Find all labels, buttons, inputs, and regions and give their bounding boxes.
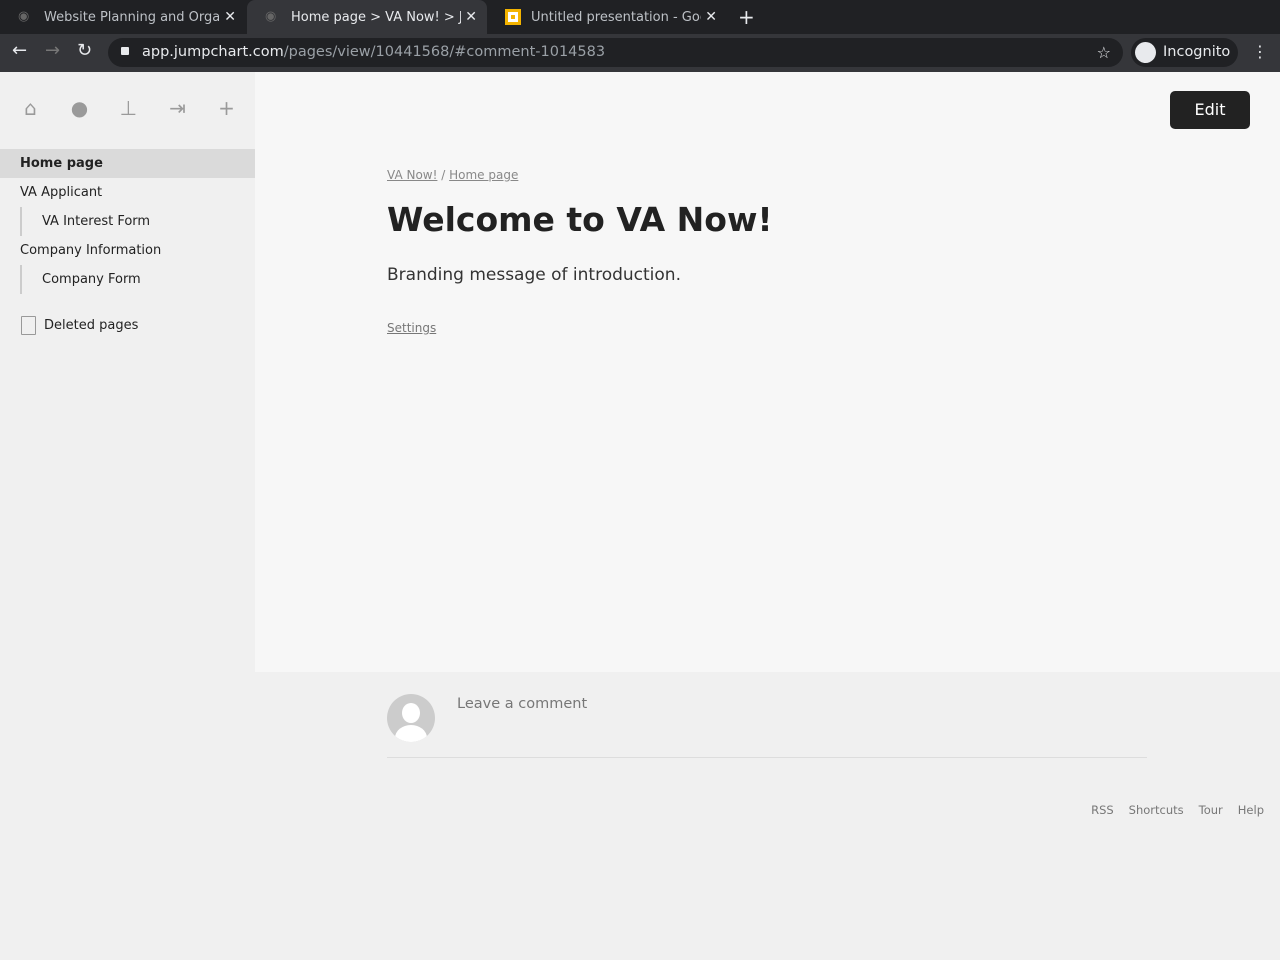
- tab-strip: ◉ Website Planning and Orga ✕ ◉ Home pag…: [0, 0, 1280, 34]
- close-tab-icon[interactable]: ✕: [224, 9, 236, 25]
- logout-icon[interactable]: ⇥: [167, 96, 188, 120]
- sidebar-item-company-form[interactable]: Company Form: [0, 265, 255, 294]
- sidebar-item-deleted-pages[interactable]: Deleted pages: [0, 311, 255, 340]
- sitemap-icon[interactable]: ⊥: [118, 96, 139, 120]
- footer-help-link[interactable]: Help: [1238, 803, 1264, 817]
- sidebar-item-va-interest-form[interactable]: VA Interest Form: [0, 207, 255, 236]
- tab-website-planning[interactable]: ◉ Website Planning and Orga ✕: [0, 0, 246, 34]
- profile-label: Incognito: [1163, 44, 1231, 60]
- jumpchart-favicon-icon: ◉: [18, 9, 30, 24]
- comment-box: Leave a comment: [387, 694, 1147, 758]
- close-tab-icon[interactable]: ✕: [705, 9, 717, 25]
- breadcrumb-va-now[interactable]: VA Now!: [387, 168, 437, 182]
- breadcrumb: VA Now! / Home page: [387, 168, 518, 182]
- close-tab-icon[interactable]: ✕: [465, 9, 477, 25]
- bookmark-star-icon[interactable]: ☆: [1097, 38, 1111, 67]
- tab-untitled-presentation[interactable]: Untitled presentation - Google Slides ✕: [487, 0, 727, 34]
- deleted-pages-label: Deleted pages: [44, 318, 139, 333]
- new-tab-icon[interactable]: +: [738, 5, 755, 29]
- page-title: Welcome to VA Now!: [387, 200, 773, 239]
- footer-shortcuts-link[interactable]: Shortcuts: [1129, 803, 1184, 817]
- footer-rss-link[interactable]: RSS: [1091, 803, 1114, 817]
- comment-input[interactable]: Leave a comment: [457, 696, 587, 712]
- browser-menu-icon[interactable]: ⋮: [1252, 42, 1268, 61]
- sidebar-item-va-applicant[interactable]: VA Applicant: [0, 178, 255, 207]
- breadcrumb-home-page[interactable]: Home page: [449, 168, 518, 182]
- avatar: [387, 694, 435, 742]
- page-content: Edit VA Now! / Home page Welcome to VA N…: [255, 72, 1280, 672]
- breadcrumb-separator: /: [441, 168, 446, 182]
- footer: RSS Shortcuts Tour Help: [1091, 803, 1264, 817]
- sidebar-item-company-information[interactable]: Company Information: [0, 236, 255, 265]
- trash-icon: [21, 316, 36, 335]
- footer-tour-link[interactable]: Tour: [1199, 803, 1223, 817]
- tab-home-page[interactable]: ◉ Home page > VA Now! > Jumpchart ✕: [247, 0, 487, 34]
- back-icon[interactable]: ←: [12, 40, 27, 61]
- intro-text: Branding message of introduction.: [387, 265, 681, 285]
- slides-favicon-icon: [505, 9, 521, 25]
- user-icon[interactable]: ●: [69, 96, 90, 120]
- jumpchart-favicon-icon: ◉: [265, 9, 277, 24]
- home-icon[interactable]: ⌂: [20, 96, 41, 120]
- incognito-badge[interactable]: Incognito: [1131, 38, 1238, 67]
- incognito-icon: [1135, 42, 1156, 63]
- address-bar[interactable]: app.jumpchart.com/pages/view/10441568/#c…: [108, 38, 1123, 67]
- plus-icon[interactable]: +: [216, 96, 237, 120]
- sidebar-item-home-page[interactable]: Home page: [0, 149, 255, 178]
- url-host: app.jumpchart.com: [142, 44, 284, 60]
- settings-link[interactable]: Settings: [387, 321, 436, 335]
- reload-icon[interactable]: ↻: [77, 40, 92, 61]
- lock-icon: [121, 47, 129, 55]
- sidebar: ⌂ ● ⊥ ⇥ + Home page VA Applicant VA Inte…: [0, 72, 255, 672]
- forward-icon[interactable]: →: [45, 40, 60, 61]
- browser-toolbar: ← → ↻ app.jumpchart.com/pages/view/10441…: [0, 34, 1280, 72]
- url-path: /pages/view/10441568/#comment-1014583: [283, 44, 606, 60]
- edit-button[interactable]: Edit: [1170, 91, 1250, 129]
